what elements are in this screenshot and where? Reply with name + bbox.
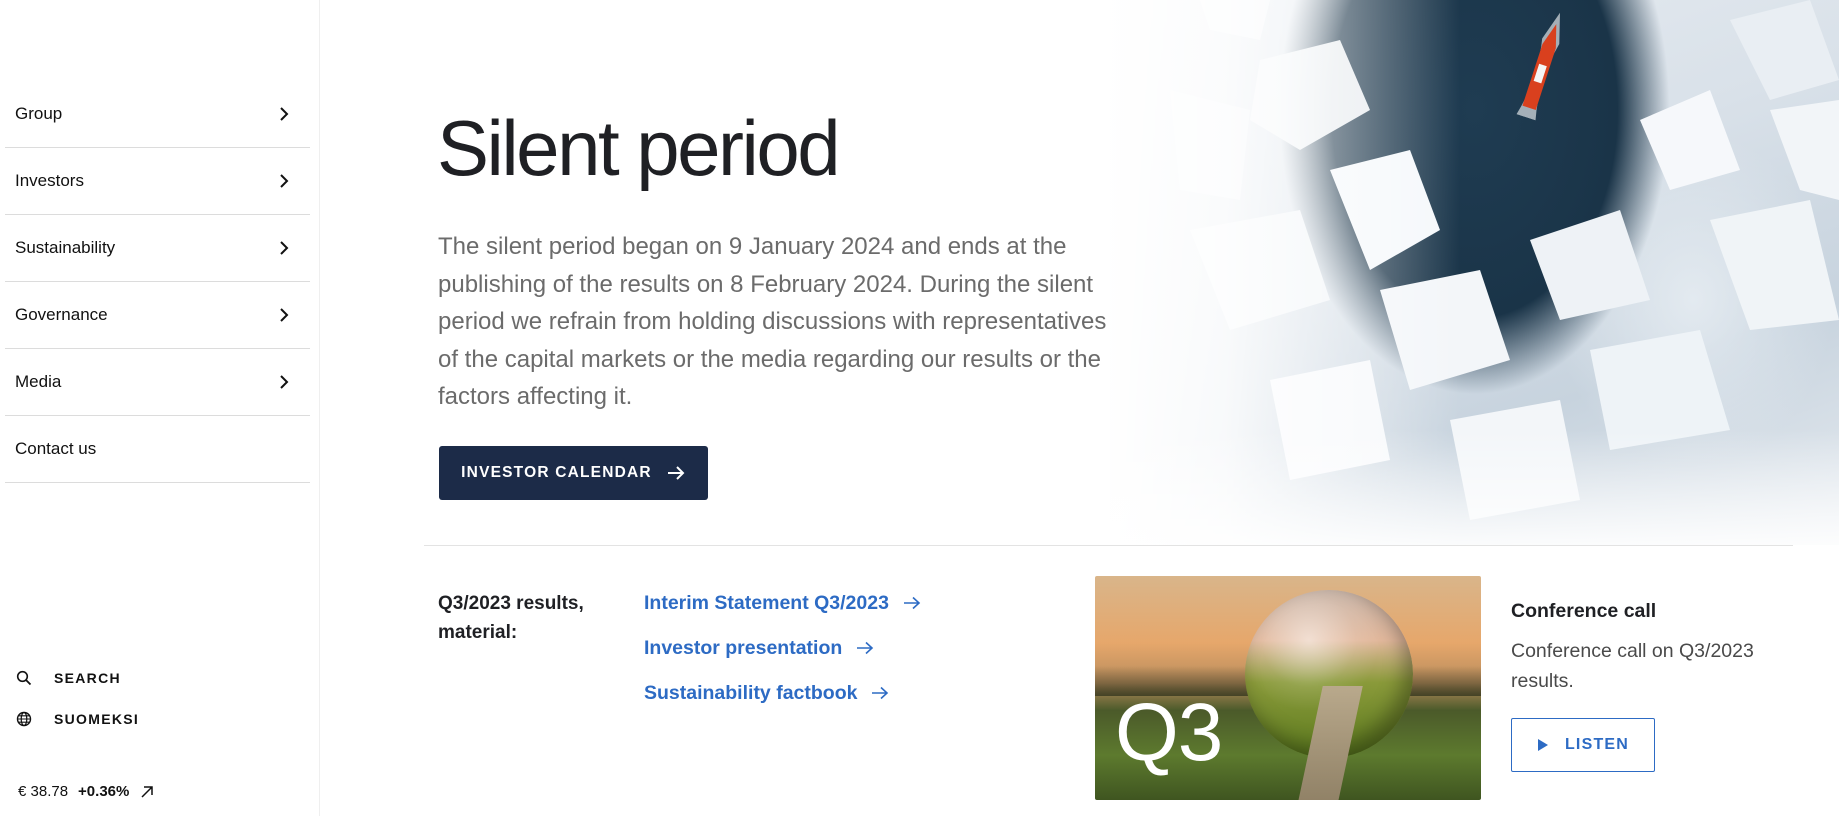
sidebar-item-media[interactable]: Media	[5, 349, 310, 416]
sidebar-item-label: Media	[15, 372, 62, 391]
sidebar-item-sustainability[interactable]: Sustainability	[5, 215, 310, 282]
page-title: Silent period	[437, 104, 841, 192]
link-label: Investor presentation	[644, 636, 843, 659]
stock-price: € 38.78	[18, 783, 69, 800]
play-icon	[1537, 738, 1549, 752]
globe-icon	[15, 710, 33, 728]
link-label: Interim Statement Q3/2023	[644, 591, 889, 614]
stock-ticker: € 38.78 +0.36%	[18, 783, 155, 800]
chevron-right-icon	[276, 173, 292, 189]
sidebar-utilities: SEARCH SUOMEKSI	[15, 668, 139, 750]
search-label: SEARCH	[54, 670, 121, 686]
sidebar-item-label: Sustainability	[15, 238, 116, 257]
interim-statement-link[interactable]: Interim Statement Q3/2023	[644, 590, 921, 616]
search-icon	[15, 669, 33, 687]
chevron-right-icon	[276, 374, 292, 390]
external-arrow-icon[interactable]	[139, 784, 155, 800]
q3-results-image: Q3	[1095, 576, 1481, 800]
sidebar-item-contact-us[interactable]: Contact us	[5, 416, 310, 483]
sidebar-item-label: Group	[15, 104, 63, 123]
sidebar-item-label: Investors	[15, 171, 84, 190]
arrow-right-icon	[871, 686, 889, 700]
sidebar-item-investors[interactable]: Investors	[5, 148, 310, 215]
conference-call-title: Conference call	[1511, 600, 1657, 622]
listen-button[interactable]: LISTEN	[1511, 718, 1655, 772]
results-links: Interim Statement Q3/2023 Investor prese…	[644, 590, 921, 725]
search-button[interactable]: SEARCH	[15, 668, 139, 688]
arrow-right-icon	[856, 641, 874, 655]
sidebar-item-label: Governance	[15, 305, 108, 324]
stock-change: +0.36%	[78, 783, 130, 800]
listen-label: LISTEN	[1564, 736, 1630, 753]
investor-presentation-link[interactable]: Investor presentation	[644, 635, 921, 661]
sidebar-nav: Group Investors Sustainability Governanc…	[5, 81, 310, 483]
chevron-right-icon	[276, 106, 292, 122]
investor-calendar-button[interactable]: INVESTOR CALENDAR	[439, 446, 708, 500]
chevron-right-icon	[276, 307, 292, 323]
language-label: SUOMEKSI	[54, 711, 140, 727]
investor-calendar-label: INVESTOR CALENDAR	[461, 464, 652, 481]
hero-fade-bottom-overlay	[1110, 430, 1839, 545]
q3-image-text: Q3	[1115, 687, 1223, 778]
sidebar-item-group[interactable]: Group	[5, 81, 310, 148]
intro-text: The silent period began on 9 January 202…	[438, 233, 1107, 410]
conference-call-description: Conference call on Q3/2023 results.	[1511, 640, 1754, 692]
sidebar-item-label: Contact us	[15, 439, 97, 458]
arrow-right-icon	[903, 596, 921, 610]
arrow-right-icon	[666, 465, 686, 481]
link-label: Sustainability factbook	[644, 681, 858, 704]
sustainability-factbook-link[interactable]: Sustainability factbook	[644, 680, 921, 706]
language-switch[interactable]: SUOMEKSI	[15, 709, 139, 729]
section-divider	[424, 545, 1793, 546]
results-material-label: Q3/2023 results, material:	[438, 593, 584, 643]
chevron-right-icon	[276, 240, 292, 256]
sidebar: Group Investors Sustainability Governanc…	[0, 0, 320, 816]
sidebar-item-governance[interactable]: Governance	[5, 282, 310, 349]
